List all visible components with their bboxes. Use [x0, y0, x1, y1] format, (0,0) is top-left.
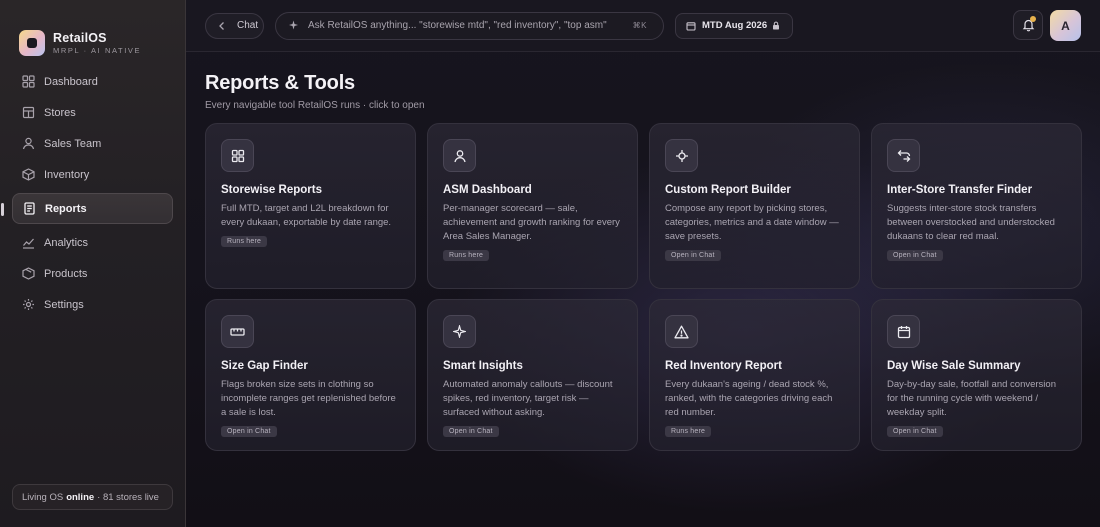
card-title: Red Inventory Report: [665, 360, 782, 372]
logo-icon: [19, 30, 45, 56]
status-suffix: · 81 stores live: [97, 491, 159, 503]
card-badge: Open in Chat: [887, 426, 943, 437]
document-icon: [22, 202, 36, 216]
card-description: Compose any report by picking stores, ca…: [665, 203, 839, 242]
top-bar: Chat Ask RetailOS anything... "storewise…: [186, 0, 1100, 52]
search-shortcut: ⌘K: [632, 21, 647, 30]
sidebar-item-analytics[interactable]: Analytics: [12, 227, 173, 258]
chart-icon: [21, 236, 35, 250]
card-badge: Open in Chat: [443, 426, 499, 437]
chevron-left-icon: [218, 21, 228, 31]
search-input[interactable]: Ask RetailOS anything... "storewise mtd"…: [275, 11, 664, 40]
sidebar-item-settings[interactable]: Settings: [12, 289, 173, 320]
card-badge: Open in Chat: [887, 250, 943, 261]
gear-icon: [21, 298, 35, 312]
status-state: online: [66, 491, 95, 503]
card-title: ASM Dashboard: [443, 184, 532, 196]
card-description: Day-by-day sale, footfall and conversion…: [887, 379, 1056, 418]
store-icon: [21, 106, 35, 120]
card-asm-dashboard[interactable]: ASM Dashboard Per-manager scorecard — sa…: [427, 123, 638, 289]
user-icon: [443, 139, 476, 172]
grid-icon: [221, 139, 254, 172]
period-selector[interactable]: MTD Aug 2026: [675, 12, 793, 39]
card-title: Smart Insights: [443, 360, 523, 372]
calendar-icon: [887, 315, 920, 348]
active-indicator: [1, 203, 4, 216]
system-status-badge: Living OS online · 81 stores live: [12, 484, 173, 510]
card-storewise-reports[interactable]: Storewise Reports Full MTD, target and L…: [205, 123, 416, 289]
card-description: Every dukaan's ageing / dead stock %, ra…: [665, 379, 833, 418]
notifications-button[interactable]: [1013, 10, 1043, 40]
main-content: Chat Ask RetailOS anything... "storewise…: [186, 0, 1100, 527]
avatar[interactable]: A: [1050, 10, 1081, 41]
sidebar-item-label: Settings: [44, 298, 84, 311]
sidebar-item-label: Sales Team: [44, 137, 102, 150]
sidebar-item-label: Reports: [45, 202, 87, 215]
card-title: Inter-Store Transfer Finder: [887, 184, 1033, 196]
card-inter-store-transfer-finder[interactable]: Inter-Store Transfer Finder Suggests int…: [871, 123, 1082, 289]
sidebar-item-products[interactable]: Products: [12, 258, 173, 289]
sidebar-item-label: Inventory: [44, 168, 90, 181]
back-label: Chat: [237, 20, 259, 31]
card-day-wise-sale-summary[interactable]: Day Wise Sale Summary Day-by-day sale, f…: [871, 299, 1082, 451]
card-custom-report-builder[interactable]: Custom Report Builder Compose any report…: [649, 123, 860, 289]
card-description: Flags broken size sets in clothing so in…: [221, 379, 396, 418]
card-badge: Open in Chat: [665, 250, 721, 261]
page-title: Reports & Tools: [205, 72, 355, 94]
card-description: Per-manager scorecard — sale, achievemen…: [443, 203, 620, 242]
notification-dot: [1030, 16, 1036, 22]
sidebar-item-reports[interactable]: Reports: [1, 193, 173, 224]
sidebar-item-sales-team[interactable]: Sales Team: [12, 128, 173, 159]
crosshair-icon: [665, 139, 698, 172]
card-badge: Runs here: [221, 236, 268, 247]
brand[interactable]: RetailOS MRPL · AI NATIVE: [0, 0, 185, 66]
card-red-inventory-report[interactable]: Red Inventory Report Every dukaan's agei…: [649, 299, 860, 451]
card-smart-insights[interactable]: Smart Insights Automated anomaly callout…: [427, 299, 638, 451]
sidebar-item-label: Analytics: [44, 236, 89, 249]
back-to-chat-button[interactable]: Chat: [205, 12, 264, 39]
sidebar-item-label: Products: [44, 267, 88, 280]
card-description: Full MTD, target and L2L breakdown for e…: [221, 203, 392, 228]
card-title: Storewise Reports: [221, 184, 322, 196]
transfer-icon: [887, 139, 920, 172]
grid-icon: [21, 75, 35, 89]
card-title: Day Wise Sale Summary: [887, 360, 1021, 372]
card-description: Suggests inter-store stock transfers bet…: [887, 203, 1055, 242]
card-description: Automated anomaly callouts — discount sp…: [443, 379, 613, 418]
card-size-gap-finder[interactable]: Size Gap Finder Flags broken size sets i…: [205, 299, 416, 451]
sidebar: RetailOS MRPL · AI NATIVE Dashboard Stor…: [0, 0, 186, 527]
warning-icon: [665, 315, 698, 348]
sidebar-nav: Dashboard Stores Sales Team Inventory Re…: [0, 66, 185, 320]
status-prefix: Living OS: [22, 491, 64, 503]
box-icon: [21, 168, 35, 182]
ruler-icon: [221, 315, 254, 348]
brand-tagline: MRPL · AI NATIVE: [53, 46, 142, 55]
card-title: Custom Report Builder: [665, 184, 791, 196]
package-icon: [21, 267, 35, 281]
sparkle-icon: [288, 20, 300, 31]
card-badge: Runs here: [443, 250, 490, 261]
sidebar-item-label: Dashboard: [44, 75, 98, 88]
lock-icon: [772, 21, 780, 30]
sparkle-icon: [443, 315, 476, 348]
sidebar-item-dashboard[interactable]: Dashboard: [12, 66, 173, 97]
card-badge: Runs here: [665, 426, 712, 437]
calendar-icon: [686, 21, 696, 31]
page-subtitle: Every navigable tool RetailOS runs · cli…: [205, 100, 425, 111]
period-label: MTD Aug 2026: [702, 20, 768, 31]
card-title: Size Gap Finder: [221, 360, 308, 372]
tools-grid: Storewise Reports Full MTD, target and L…: [205, 123, 1082, 451]
sidebar-item-label: Stores: [44, 106, 76, 119]
card-badge: Open in Chat: [221, 426, 277, 437]
sidebar-item-stores[interactable]: Stores: [12, 97, 173, 128]
brand-name: RetailOS: [53, 31, 107, 45]
search-placeholder: Ask RetailOS anything... "storewise mtd"…: [308, 20, 607, 31]
sidebar-item-inventory[interactable]: Inventory: [12, 159, 173, 190]
user-icon: [21, 137, 35, 151]
